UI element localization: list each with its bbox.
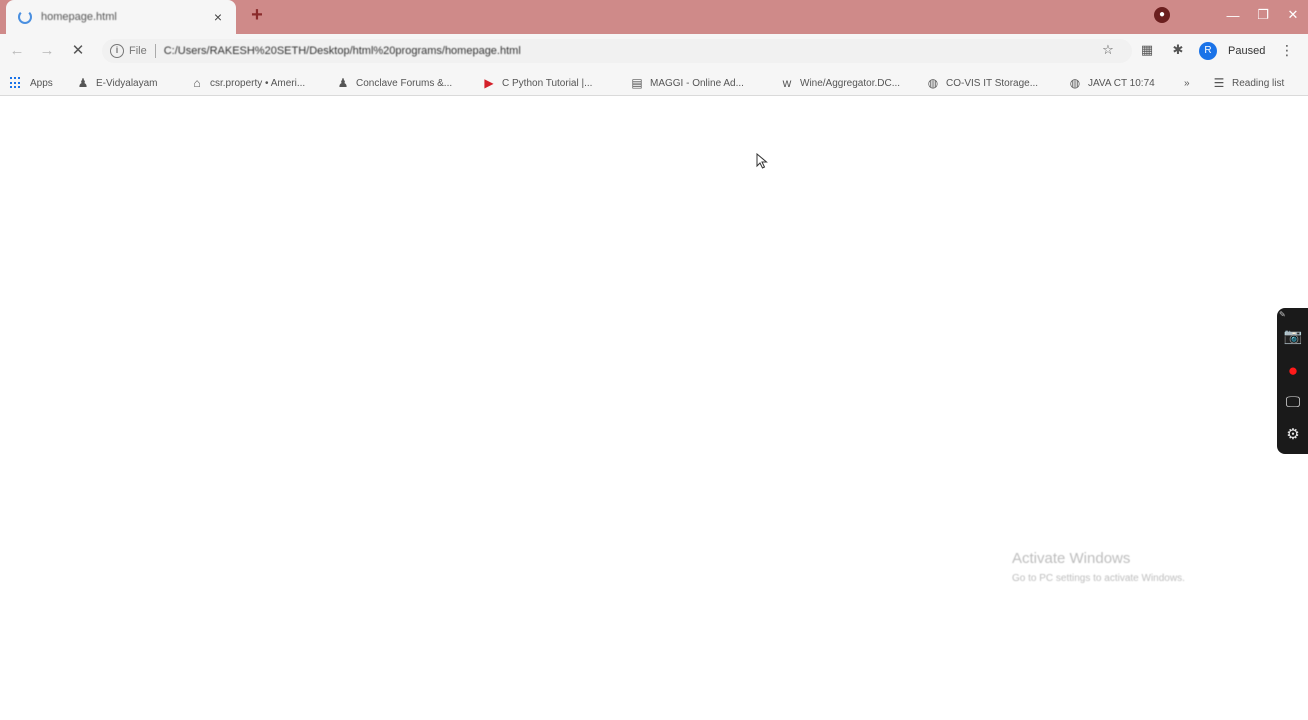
mouse-cursor-icon [756, 153, 768, 169]
extensions-puzzle-icon[interactable]: ✱ [1170, 42, 1186, 58]
bookmarks-overflow-button[interactable]: » [1184, 75, 1190, 91]
activation-watermark: Activate Windows Go to PC settings to ac… [1012, 550, 1185, 584]
address-bar[interactable]: i File C:/Users/RAKESH%20SETH/Desktop/ht… [102, 39, 1132, 63]
overflow-chevron-icon: » [1184, 77, 1190, 89]
back-button[interactable]: ← [6, 40, 28, 62]
tab-strip: homepage.html × + ● — ❐ ✕ [0, 0, 1308, 34]
profile-status[interactable]: Paused [1228, 45, 1265, 57]
calendar-icon: ▤ [631, 76, 643, 90]
camera-icon[interactable]: 📷 [1281, 326, 1305, 348]
settings-icon[interactable]: ⚙ [1281, 424, 1305, 446]
record-icon[interactable]: ● [1281, 360, 1305, 382]
globe-icon: ◍ [1069, 76, 1081, 90]
bookmark-label: Wine/Aggregator.DC... [800, 77, 901, 89]
bookmark-label: CO-VIS IT Storage... [946, 77, 1039, 89]
bookmark-star-icon[interactable]: ☆ [1100, 42, 1116, 58]
extension-tile-icon[interactable]: ▦ [1139, 42, 1155, 58]
bookmark-label: csr.property • Ameri... [210, 77, 306, 89]
tab-close-button[interactable]: × [210, 9, 226, 25]
address-divider [154, 44, 156, 58]
bookmark-item[interactable]: ◍ JAVA CT 10:74 [1068, 75, 1155, 91]
page-content [0, 97, 1308, 720]
tab-homepage[interactable]: homepage.html × [6, 0, 236, 34]
reading-list-button[interactable]: ☰ Reading list [1212, 75, 1285, 91]
window-close-button[interactable]: ✕ [1278, 7, 1308, 23]
person-icon: ♟ [77, 76, 89, 90]
new-tab-button[interactable]: + [246, 5, 268, 27]
bookmark-label: Apps [30, 77, 53, 89]
url-text[interactable]: C:/Users/RAKESH%20SETH/Desktop/html%20pr… [164, 45, 521, 57]
reading-list-icon: ☰ [1213, 76, 1225, 90]
bookmark-item[interactable]: ◍ CO-VIS IT Storage... [926, 75, 1038, 91]
extension-icon[interactable]: ● [1154, 7, 1170, 23]
loading-spinner-icon [18, 10, 32, 24]
globe-icon: ◍ [927, 76, 939, 90]
apps-grid-icon [10, 77, 22, 89]
bookmark-label: E-Vidyalayam [96, 77, 158, 89]
maximize-button[interactable]: ❐ [1248, 7, 1278, 23]
bookmark-label: MAGGI - Online Ad... [650, 77, 744, 89]
building-icon: ⌂ [193, 76, 201, 90]
stop-loading-button[interactable]: ✕ [67, 40, 89, 62]
site-info-icon[interactable]: i [110, 44, 124, 58]
bookmark-item[interactable]: ♟ E-Vidyalayam [76, 75, 158, 91]
browser-menu-icon[interactable]: ⋮ [1280, 42, 1294, 58]
bookmark-apps[interactable]: Apps [10, 75, 53, 91]
watermark-subtitle: Go to PC settings to activate Windows. [1012, 573, 1185, 584]
browser-toolbar: ← → ✕ i File C:/Users/RAKESH%20SETH/Desk… [0, 34, 1308, 68]
forward-button[interactable]: → [36, 40, 58, 62]
bookmark-label: JAVA CT 10:74 [1088, 77, 1155, 89]
recorder-widget: ✎ 📷 ● 🖵 ⚙ [1277, 308, 1308, 454]
bookmark-label: C Python Tutorial |... [502, 77, 593, 89]
bookmark-item[interactable]: ⌂ csr.property • Ameri... [190, 75, 305, 91]
pin-icon[interactable]: ✎ [1279, 310, 1286, 319]
tab-title: homepage.html [41, 11, 117, 23]
video-icon: ▶ [484, 76, 494, 90]
watermark-title: Activate Windows [1012, 550, 1131, 567]
url-scheme: File [129, 45, 147, 57]
bookmark-label: Reading list [1232, 77, 1285, 89]
bookmarks-bar: Apps ♟ E-Vidyalayam ⌂ csr.property • Ame… [0, 68, 1308, 96]
bookmark-item[interactable]: ▶ C Python Tutorial |... [482, 75, 592, 91]
screen-icon[interactable]: 🖵 [1281, 392, 1305, 414]
wine-icon: ᴡ [782, 76, 792, 90]
person-icon: ♟ [337, 76, 349, 90]
window-controls: ● — ❐ ✕ [1154, 0, 1308, 30]
bookmark-label: Conclave Forums &... [356, 77, 453, 89]
profile-avatar[interactable]: R [1199, 42, 1217, 60]
bookmark-item[interactable]: ᴡ Wine/Aggregator.DC... [780, 75, 900, 91]
bookmark-item[interactable]: ♟ Conclave Forums &... [336, 75, 453, 91]
bookmark-item[interactable]: ▤ MAGGI - Online Ad... [630, 75, 744, 91]
minimize-button[interactable]: — [1218, 8, 1248, 23]
